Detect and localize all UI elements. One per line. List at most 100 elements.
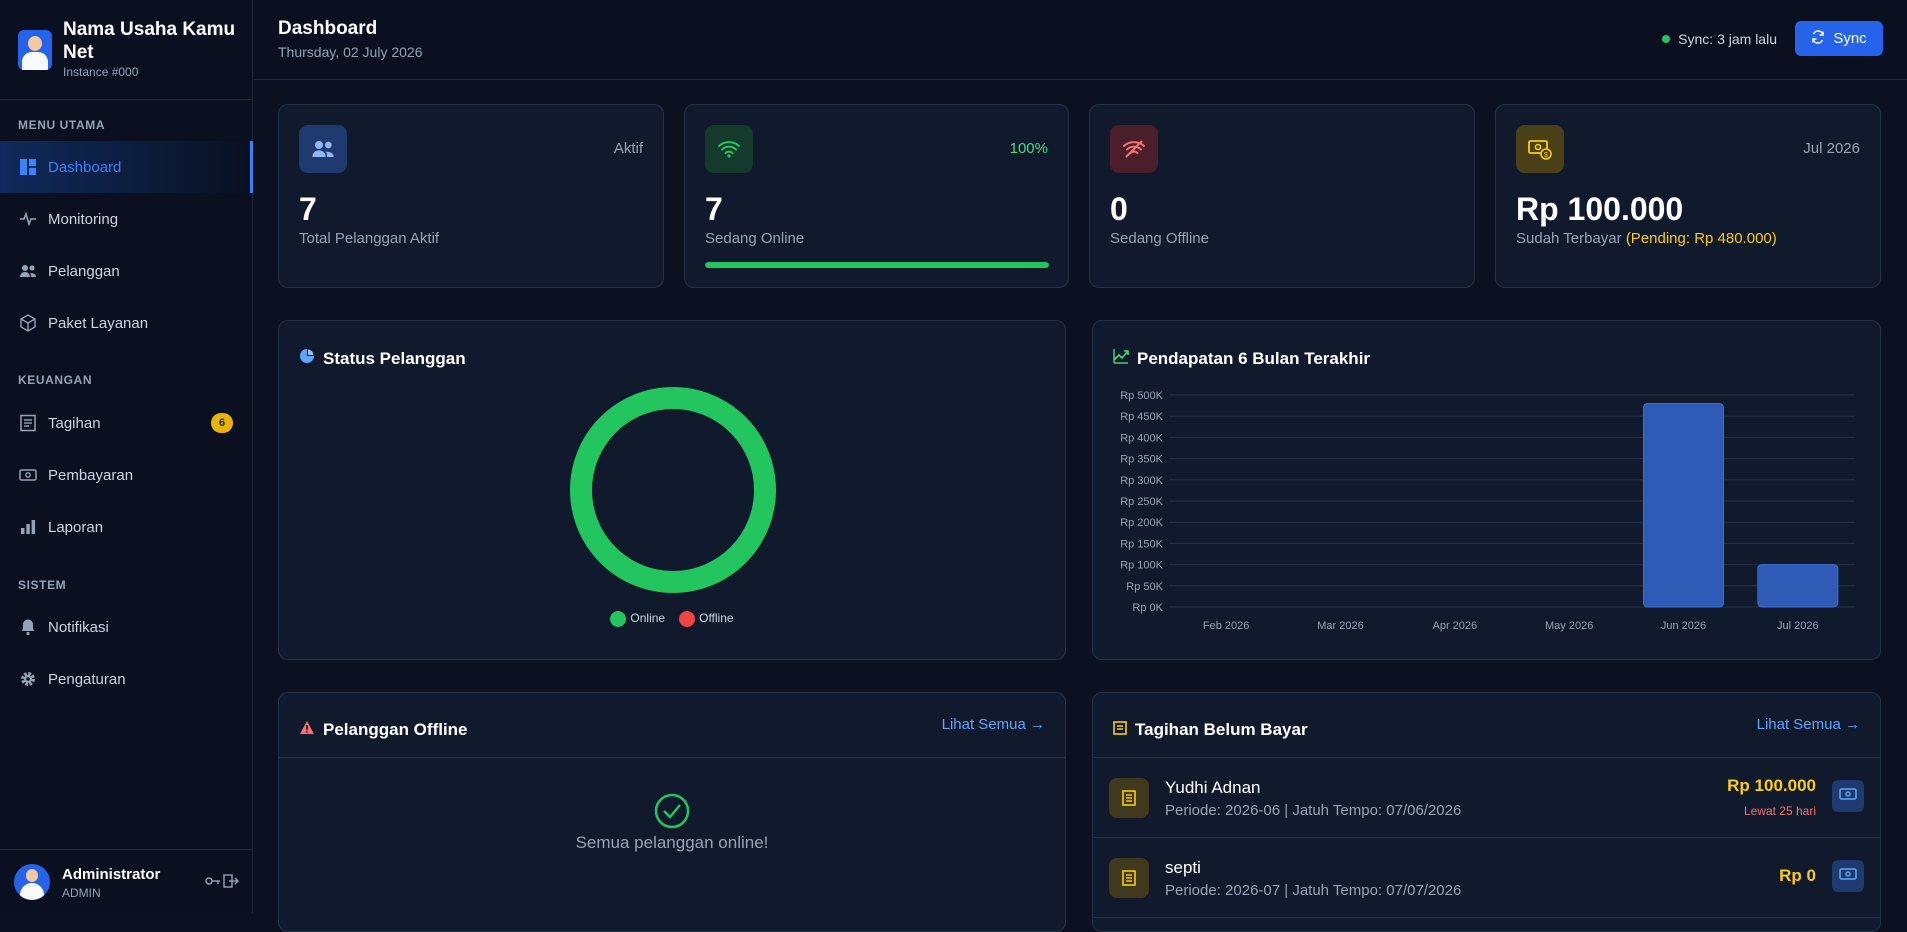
panel-title: Pelanggan Offline: [299, 720, 468, 740]
sidebar-item-pembayaran[interactable]: Pembayaran: [0, 449, 253, 501]
user-role: ADMIN: [62, 886, 101, 900]
check-circle-icon: [654, 793, 690, 834]
cash-icon: [1839, 867, 1857, 885]
online-progress-fill: [705, 262, 1049, 268]
bar-chart-icon: [18, 517, 38, 537]
sidebar-item-label: Notifikasi: [48, 618, 109, 636]
sync-button[interactable]: Sync: [1795, 21, 1883, 56]
offline-panel-title: Pelanggan Offline: [323, 720, 468, 739]
stat-tag: Jul 2026: [1803, 140, 1860, 157]
sidebar-item-monitoring[interactable]: Monitoring: [0, 193, 253, 245]
sidebar-item-label: Pengaturan: [48, 670, 126, 688]
status-donut-chart: [570, 387, 776, 593]
bill-amount: Rp 0: [1779, 866, 1816, 885]
invoice-icon: [1113, 720, 1127, 740]
y-tick-label: Rp 450K: [1120, 411, 1163, 423]
stat-card-offline: 0 Sedang Offline: [1089, 104, 1475, 288]
bill-customer-name: Yudhi Adnan: [1165, 778, 1261, 797]
bill-row[interactable]: Yudhi Adnan Periode: 2026-06 | Jatuh Tem…: [1093, 758, 1880, 838]
stat-value: 0: [1110, 191, 1128, 227]
sidebar-item-pelanggan[interactable]: Pelanggan: [0, 245, 253, 297]
online-progress-bar: [705, 262, 1049, 268]
y-tick-label: Rp 250K: [1120, 496, 1163, 508]
bill-overdue: Lewat 25 hari: [1743, 804, 1816, 818]
topbar: Dashboard Thursday, 02 July 2026 Sync: 3…: [254, 0, 1907, 80]
brand-instance: Instance #000: [63, 65, 139, 79]
x-tick-label: Jul 2026: [1777, 620, 1819, 632]
nav-section-main: MENU UTAMA: [18, 118, 106, 132]
bills-panel: Tagihan Belum Bayar Lihat Semua → Yudhi …: [1092, 692, 1881, 932]
warning-icon: [299, 720, 315, 740]
gear-icon: [18, 669, 38, 689]
stat-card-active: Aktif 7 Total Pelanggan Aktif: [278, 104, 664, 288]
sidebar-item-tagihan[interactable]: Tagihan 6: [0, 397, 253, 449]
sidebar: Nama Usaha Kamu Net Instance #000 MENU U…: [0, 0, 253, 913]
bill-customer-name: septi: [1165, 858, 1201, 877]
stat-tag: 100%: [1009, 140, 1048, 157]
x-tick-label: Apr 2026: [1433, 620, 1478, 632]
svg-text:$: $: [1544, 152, 1548, 159]
sidebar-item-label: Laporan: [48, 518, 104, 536]
sidebar-item-pengaturan[interactable]: Pengaturan: [0, 653, 253, 705]
cash-icon: [18, 465, 38, 485]
sidebar-item-label: Monitoring: [48, 210, 119, 228]
sync-status-text: Sync: 3 jam lalu: [1678, 31, 1777, 47]
package-icon: [18, 313, 38, 333]
tagihan-count-badge: 6: [211, 413, 233, 433]
dashboard-icon: [18, 157, 38, 177]
wifi-icon: [705, 125, 753, 173]
y-tick-label: Rp 350K: [1120, 454, 1163, 466]
sidebar-item-laporan[interactable]: Laporan: [0, 501, 253, 553]
bar-jul-2026: [1757, 564, 1839, 608]
stat-value: Rp 100.000: [1516, 191, 1684, 227]
y-tick-label: Rp 0K: [1132, 602, 1163, 614]
bill-detail: Periode: 2026-07 | Jatuh Tempo: 07/07/20…: [1165, 882, 1462, 899]
page-date: Thursday, 02 July 2026: [278, 44, 423, 60]
panel-title: Tagihan Belum Bayar: [1113, 720, 1308, 740]
nav-section-finance: KEUANGAN: [18, 373, 93, 387]
sidebar-item-paket-layanan[interactable]: Paket Layanan: [0, 297, 253, 349]
brand: Nama Usaha Kamu Net Instance #000: [0, 0, 252, 100]
stat-label-wrap: Sudah Terbayar (Pending: Rp 480.000): [1516, 230, 1777, 247]
divider: [279, 757, 1065, 758]
user-box: Administrator ADMIN: [0, 849, 253, 913]
sync-status: Sync: 3 jam lalu: [1662, 31, 1777, 47]
legend-offline: Offline: [679, 611, 734, 627]
logout-icon: [223, 874, 239, 893]
stat-label: Sedang Offline: [1110, 230, 1209, 247]
money-icon: $: [1516, 125, 1564, 173]
legend-online: Online: [610, 611, 665, 627]
user-name: Administrator: [62, 866, 161, 883]
legend-online-label: Online: [630, 611, 666, 626]
pulse-icon: [18, 209, 38, 229]
status-panel: Status Pelanggan Online Offline: [278, 320, 1066, 660]
sync-button-label: Sync: [1833, 30, 1867, 47]
sidebar-item-dashboard[interactable]: Dashboard: [0, 141, 253, 193]
nav-section-system: SISTEM: [18, 578, 67, 592]
stat-card-paid: $ Jul 2026 Rp 100.000 Sudah Terbayar (Pe…: [1495, 104, 1881, 288]
x-tick-label: Mar 2026: [1317, 620, 1363, 632]
legend-offline-label: Offline: [699, 611, 734, 626]
sidebar-item-notifikasi[interactable]: Notifikasi: [0, 601, 253, 653]
bill-row[interactable]: septi Periode: 2026-07 | Jatuh Tempo: 07…: [1093, 838, 1880, 918]
cash-icon: [1839, 787, 1857, 805]
pay-button[interactable]: [1832, 860, 1864, 892]
y-tick-label: Rp 200K: [1120, 517, 1163, 529]
logout-button[interactable]: [205, 874, 239, 893]
invoice-icon: [1109, 858, 1149, 898]
bell-icon: [18, 617, 38, 637]
pay-button[interactable]: [1832, 780, 1864, 812]
view-all-bills-link[interactable]: Lihat Semua →: [1757, 716, 1860, 733]
chart-legend: Online Offline: [279, 611, 1065, 627]
invoice-icon: [18, 413, 38, 433]
sidebar-item-label: Dashboard: [48, 158, 122, 176]
y-tick-label: Rp 100K: [1120, 560, 1163, 572]
brand-logo: [18, 30, 52, 70]
view-all-offline-link[interactable]: Lihat Semua →: [942, 716, 1045, 733]
stat-tag: Aktif: [613, 140, 643, 157]
stat-value: 7: [705, 191, 723, 227]
wifi-off-icon: [1110, 125, 1158, 173]
y-tick-label: Rp 400K: [1120, 432, 1163, 444]
stat-label: Sedang Online: [705, 230, 805, 247]
y-tick-label: Rp 150K: [1120, 538, 1163, 550]
